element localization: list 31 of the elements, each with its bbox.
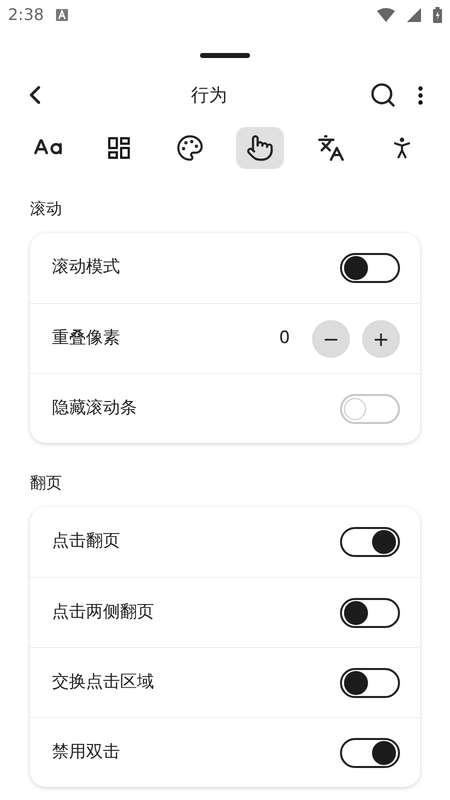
setting-label: 点击翻页 (52, 530, 121, 554)
section-title: 翻页 (30, 472, 63, 494)
hand-pointer-icon (246, 134, 274, 162)
section-title: 滚动 (30, 198, 63, 220)
setting-label: 重叠像素 (52, 326, 121, 350)
toggle-switch[interactable] (340, 527, 400, 557)
setting-label: 禁用双击 (52, 740, 121, 764)
setting-label: 点击两侧翻页 (52, 600, 155, 624)
signal-icon (407, 8, 421, 22)
category-tab[interactable] (236, 127, 284, 169)
toggle-switch[interactable] (340, 253, 400, 283)
increment-button[interactable]: + (362, 320, 400, 358)
setting-label: 隐藏滚动条 (52, 396, 138, 420)
wifi-icon (377, 8, 395, 22)
search-icon (369, 81, 397, 109)
stepper-value: 0 (279, 326, 290, 350)
toggle-switch[interactable] (340, 598, 400, 628)
drag-handle[interactable] (200, 52, 250, 58)
toggle-switch[interactable] (340, 738, 400, 768)
page-title: 行为 (191, 84, 227, 108)
setting-label: 交换点击区域 (52, 670, 155, 694)
more-icon (418, 86, 422, 104)
notification-icon (56, 9, 68, 21)
decrement-button[interactable]: − (312, 320, 350, 358)
setting-label: 滚动模式 (52, 256, 121, 280)
grid-icon (106, 135, 132, 161)
translate-icon (317, 134, 346, 162)
status-time: 2:38 (8, 4, 44, 26)
palette-icon (176, 134, 204, 162)
battery-icon (433, 7, 442, 23)
toggle-switch[interactable] (340, 668, 400, 698)
